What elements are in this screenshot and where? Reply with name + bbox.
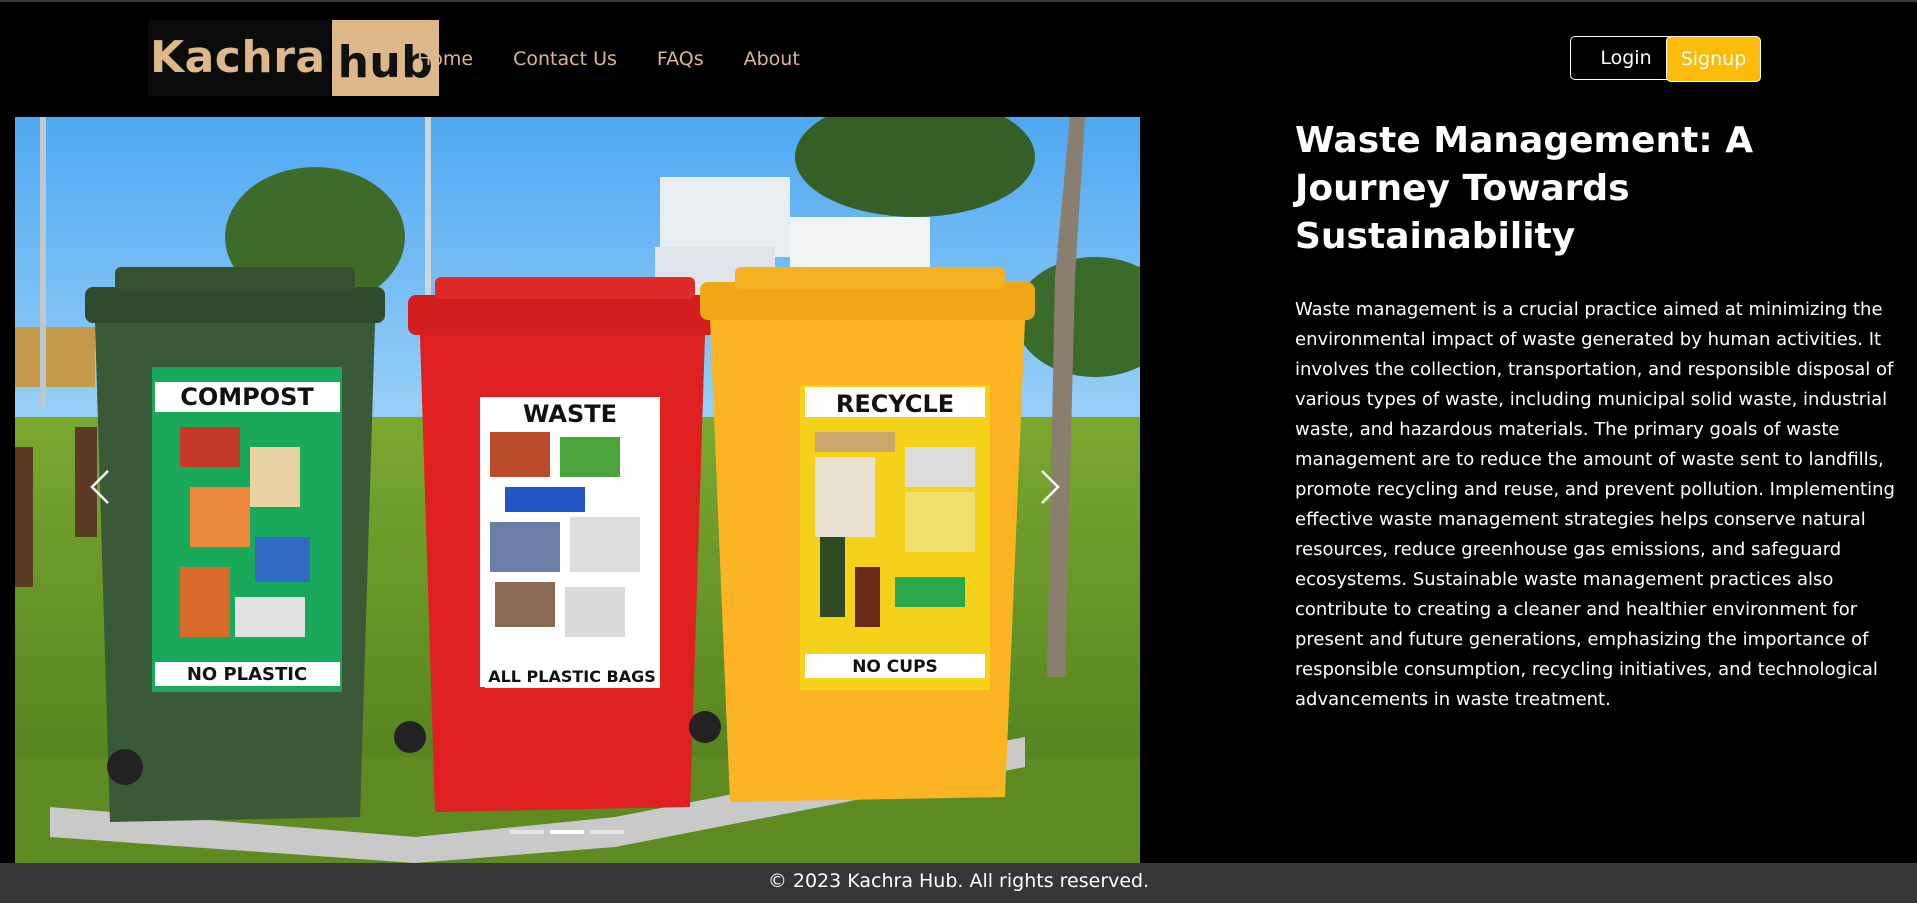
nav-links: Home Contact Us FAQs About	[417, 48, 840, 70]
svg-text:NO PLASTIC: NO PLASTIC	[187, 664, 307, 685]
svg-text:WASTE: WASTE	[523, 400, 617, 428]
image-carousel: COMPOST NO PLASTIC WASTE ALL PLASTIC BAG…	[15, 117, 1140, 863]
article-body: Waste management is a crucial practice a…	[1295, 299, 1895, 710]
brand-logo[interactable]: Kachra hub	[148, 20, 440, 96]
brand-logo-part1: Kachra	[148, 20, 330, 96]
article-title: Waste Management: A Journey Towards Sust…	[1295, 120, 1754, 257]
nav-link-home[interactable]: Home	[417, 48, 473, 70]
nav-link-faqs[interactable]: FAQs	[657, 48, 704, 70]
chevron-right-icon	[1041, 470, 1060, 504]
svg-text:ALL PLASTIC BAGS: ALL PLASTIC BAGS	[488, 667, 656, 686]
svg-text:COMPOST: COMPOST	[180, 383, 314, 411]
footer-copyright: © 2023 Kachra Hub. All rights reserved.	[767, 870, 1150, 892]
footer: © 2023 Kachra Hub. All rights reserved.	[0, 863, 1917, 903]
carousel-indicators	[510, 830, 624, 834]
carousel-indicator-2[interactable]	[550, 830, 584, 834]
nav-link-about[interactable]: About	[744, 48, 800, 70]
carousel-next-button[interactable]	[1010, 437, 1090, 537]
chevron-left-icon	[90, 470, 109, 504]
navbar: Kachra hub Home Contact Us FAQs About Lo…	[0, 2, 1917, 114]
svg-text:RECYCLE: RECYCLE	[836, 390, 954, 418]
article-section: Waste Management: A Journey Towards Sust…	[1295, 117, 1895, 715]
svg-text:NO CUPS: NO CUPS	[852, 657, 938, 677]
carousel-prev-button[interactable]	[60, 437, 140, 537]
carousel-slide-image: COMPOST NO PLASTIC WASTE ALL PLASTIC BAG…	[15, 117, 1140, 863]
carousel-indicator-1[interactable]	[510, 830, 544, 834]
nav-link-contact-us[interactable]: Contact Us	[513, 48, 617, 70]
signup-button[interactable]: Signup	[1666, 36, 1761, 82]
carousel-indicator-3[interactable]	[590, 830, 624, 834]
